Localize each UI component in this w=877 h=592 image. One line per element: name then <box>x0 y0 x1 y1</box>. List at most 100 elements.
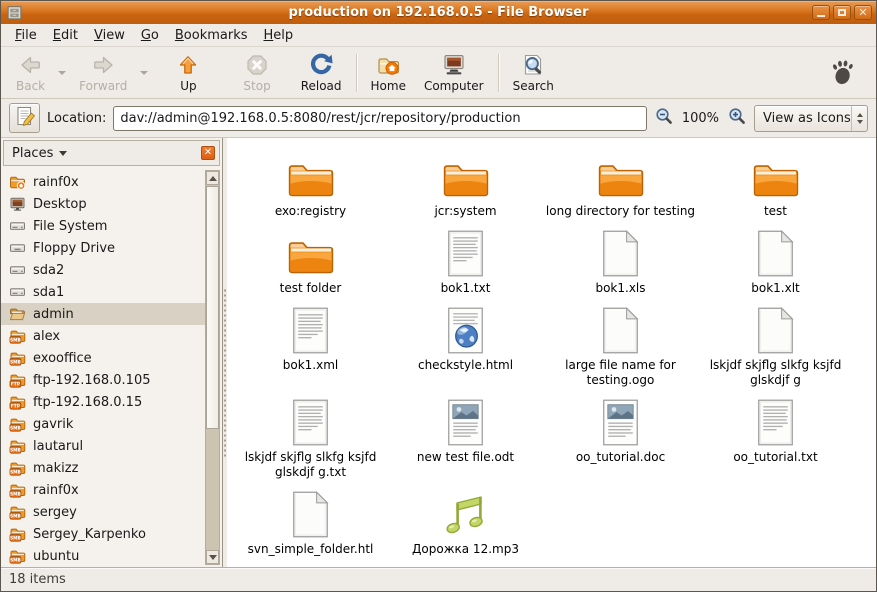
svg-text:SMB: SMB <box>10 558 22 564</box>
sidebar-item[interactable]: Desktop <box>1 193 206 215</box>
file-item[interactable]: checkstyle.html <box>388 304 543 388</box>
zoom-out-icon <box>655 107 673 129</box>
stop-button[interactable]: Stop <box>234 49 279 97</box>
file-item[interactable]: long directory for testing <box>543 150 698 219</box>
titlebar[interactable]: production on 192.168.0.5 - File Browser… <box>1 1 876 24</box>
location-toggle-button[interactable] <box>9 103 40 133</box>
pane-splitter[interactable] <box>223 138 227 567</box>
search-button[interactable]: Search <box>504 49 563 97</box>
sidebar-item[interactable]: sda1 <box>1 281 206 303</box>
file-item[interactable]: oo_tutorial.txt <box>698 396 853 480</box>
reload-icon <box>308 52 334 78</box>
close-button[interactable]: ✕ <box>854 5 872 20</box>
sidebar-item[interactable]: FTP ftp-192.168.0.15 <box>1 391 206 413</box>
file-item[interactable]: large file name for testing.ogo <box>543 304 698 388</box>
view-mode-selector[interactable]: View as Icons <box>754 105 868 132</box>
file-item[interactable]: jcr:system <box>388 150 543 219</box>
sidebar-item[interactable]: SMB makizz <box>1 457 206 479</box>
file-item[interactable]: Дорожка 12.mp3 <box>388 488 543 557</box>
file-item[interactable]: test folder <box>233 227 388 296</box>
toolbar-separator <box>356 54 357 92</box>
file-browser-window: production on 192.168.0.5 - File Browser… <box>0 0 877 592</box>
folder-icon <box>442 150 490 200</box>
sidebar-item[interactable]: SMB Sergey_Karpenko <box>1 523 206 545</box>
file-item[interactable]: lskjdf skjflg slkfg ksjfd glskdjf g.txt <box>233 396 388 480</box>
stop-icon <box>244 52 270 78</box>
blank-document-icon <box>292 488 329 538</box>
file-item[interactable]: oo_tutorial.doc <box>543 396 698 480</box>
forward-arrow-icon <box>90 52 116 78</box>
sidebar-item[interactable]: SMB sergey <box>1 501 206 523</box>
text-document-icon <box>447 227 484 277</box>
home-button[interactable]: Home <box>362 49 415 97</box>
sidebar-item[interactable]: SMB exooffice <box>1 347 206 369</box>
svg-text:SMB: SMB <box>10 426 22 432</box>
menu-bookmarks[interactable]: Bookmarks <box>167 26 256 45</box>
search-icon <box>520 52 546 78</box>
forward-history-dropdown[interactable] <box>136 53 152 93</box>
spinner-up-icon <box>857 113 863 117</box>
back-button[interactable]: Back <box>7 49 54 97</box>
sidebar-header: Places ✕ <box>3 140 220 166</box>
location-input[interactable] <box>113 106 646 131</box>
zoom-out-button[interactable] <box>654 108 674 128</box>
file-item[interactable]: bok1.xlt <box>698 227 853 296</box>
smb-icon: SMB <box>9 438 26 454</box>
scroll-up-button[interactable] <box>206 171 219 185</box>
back-history-dropdown[interactable] <box>54 53 70 93</box>
sidebar-item[interactable]: sda2 <box>1 259 206 281</box>
smb-icon: SMB <box>9 548 26 564</box>
forward-button[interactable]: Forward <box>70 49 136 97</box>
html-document-icon <box>447 304 484 354</box>
places-dropdown[interactable]: Places <box>12 146 53 161</box>
file-item[interactable]: bok1.xml <box>233 304 388 388</box>
file-item[interactable]: exo:registry <box>233 150 388 219</box>
sidebar-item[interactable]: FTP ftp-192.168.0.105 <box>1 369 206 391</box>
sidebar-item[interactable]: File System <box>1 215 206 237</box>
minimize-icon <box>817 15 825 17</box>
scroll-down-button[interactable] <box>206 550 219 564</box>
maximize-button[interactable] <box>833 5 851 20</box>
sidebar-item[interactable]: SMB ubuntu <box>1 545 206 567</box>
menu-go[interactable]: Go <box>133 26 167 45</box>
svg-text:SMB: SMB <box>10 338 22 344</box>
desktop-icon <box>9 196 26 212</box>
file-item[interactable]: svn_simple_folder.htl <box>233 488 388 557</box>
svg-text:SMB: SMB <box>10 470 22 476</box>
sidebar-item[interactable]: rainf0x <box>1 171 206 193</box>
blank-document-icon <box>602 227 639 277</box>
icon-view[interactable]: exo:registry jcr:system long directory f… <box>227 138 876 567</box>
drive-icon <box>9 262 26 278</box>
sidebar-item[interactable]: Floppy Drive <box>1 237 206 259</box>
sidebar-close-button[interactable]: ✕ <box>201 146 215 160</box>
sidebar-item[interactable]: SMB alex <box>1 325 206 347</box>
menu-help[interactable]: Help <box>256 26 302 45</box>
sidebar-scrollbar[interactable] <box>205 170 220 565</box>
reload-button[interactable]: Reload <box>292 49 351 97</box>
toolbar: Back Forward Up Stop Reload Home Compute… <box>1 47 876 99</box>
text-document-icon <box>757 396 794 446</box>
up-button[interactable]: Up <box>166 49 210 97</box>
svg-text:SMB: SMB <box>10 448 22 454</box>
menu-view[interactable]: View <box>86 26 133 45</box>
file-item[interactable]: new test file.odt <box>388 396 543 480</box>
ftp-icon: FTP <box>9 372 26 388</box>
file-item[interactable]: lskjdf skjflg slkfg ksjfd glskdjf g <box>698 304 853 388</box>
menu-edit[interactable]: Edit <box>45 26 86 45</box>
sidebar-item[interactable]: SMB lautarul <box>1 435 206 457</box>
audio-icon <box>443 488 489 538</box>
view-mode-spinner[interactable] <box>851 106 867 131</box>
sidebar-item[interactable]: SMB gavrik <box>1 413 206 435</box>
sidebar-item[interactable]: admin <box>1 303 206 325</box>
menu-file[interactable]: File <box>7 26 45 45</box>
file-item[interactable]: test <box>698 150 853 219</box>
smb-icon: SMB <box>9 416 26 432</box>
scrollbar-thumb[interactable] <box>206 186 219 429</box>
file-item[interactable]: bok1.txt <box>388 227 543 296</box>
zoom-in-button[interactable] <box>727 108 747 128</box>
file-item[interactable]: bok1.xls <box>543 227 698 296</box>
smb-icon: SMB <box>9 526 26 542</box>
minimize-button[interactable] <box>812 5 830 20</box>
sidebar-item[interactable]: SMB rainf0x <box>1 479 206 501</box>
computer-button[interactable]: Computer <box>415 49 493 97</box>
